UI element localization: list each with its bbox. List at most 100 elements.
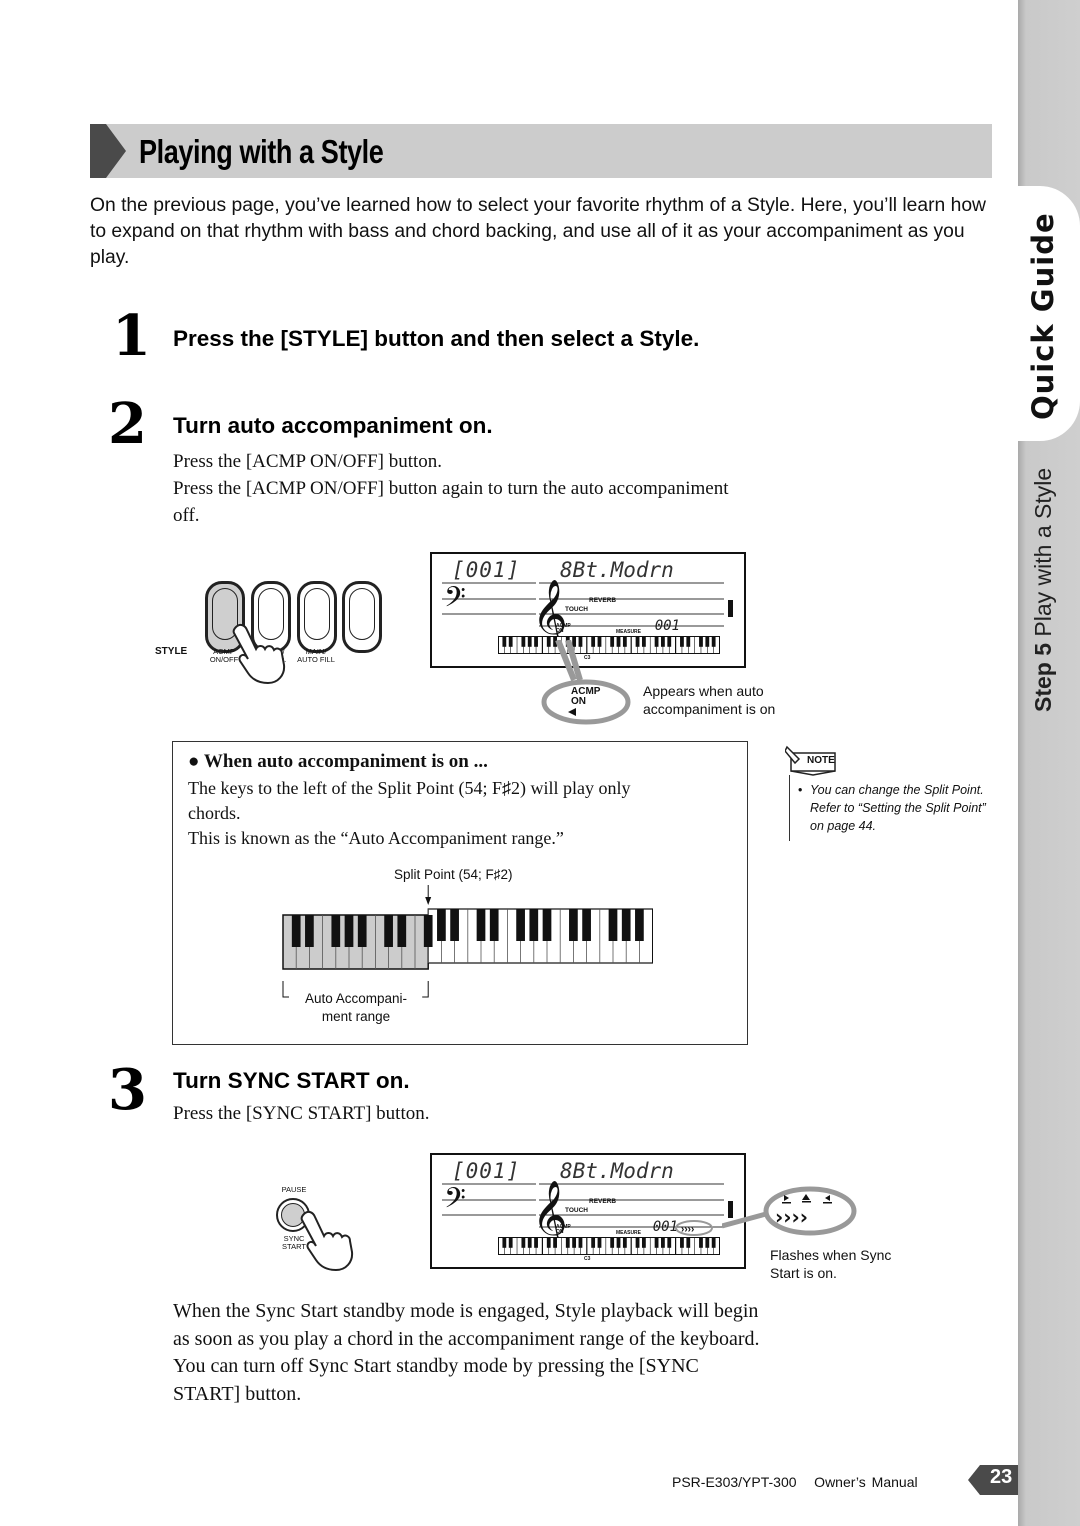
black-key [597, 1237, 602, 1248]
note-rule [789, 775, 790, 841]
black-key [529, 909, 539, 941]
black-key [654, 636, 659, 647]
range-bracket-left [282, 981, 289, 998]
range-label-line-1: Auto Accompani- [304, 991, 408, 1006]
black-key [542, 909, 552, 941]
style-button-4[interactable] [342, 581, 382, 653]
black-key [680, 636, 684, 647]
step-1-number: 1 [112, 303, 151, 369]
black-key [582, 909, 591, 941]
step-2-number: 2 [108, 391, 147, 457]
black-key [527, 636, 532, 647]
sync-start-explanation: When the Sync Start standby mode is enga… [173, 1300, 760, 1405]
sync-callout-text: Flashes when Sync Start is on. [770, 1246, 891, 1282]
lcd2-acmp-on-indicator: ACMP ON [556, 1225, 571, 1235]
black-key [516, 909, 525, 941]
black-key [686, 1237, 691, 1248]
main-auto-fill-button[interactable] [297, 581, 337, 653]
black-key [553, 1237, 557, 1248]
note-block: NOTE [784, 745, 985, 841]
black-key [635, 1237, 640, 1248]
black-key [397, 915, 407, 947]
main-label-line-2: AUTO FILL [297, 655, 335, 664]
accompaniment-range-keys [282, 914, 429, 970]
black-key [610, 1237, 615, 1248]
lcd-measure-label: MEASURE [616, 629, 642, 635]
split-point-label: Split Point (54; F♯2) [394, 867, 513, 882]
range-label-line-2: ment range [321, 1009, 391, 1024]
info-line-3: This is known as the “Auto Accompaniment… [188, 828, 564, 848]
style-label: STYLE [155, 646, 188, 657]
step-3-body: Press the [SYNC START] button. [173, 1103, 430, 1124]
black-key [667, 1237, 672, 1248]
pressing-hand-icon-2 [300, 1210, 354, 1272]
black-key [534, 636, 538, 647]
black-key [502, 636, 507, 647]
svg-text:𝄢: 𝄢 [444, 1182, 466, 1222]
lcd2-measure-value: 001 [652, 1219, 678, 1235]
black-key [527, 1237, 532, 1248]
acmp-on-callout-label: ACMP ON [571, 687, 600, 707]
info-box-body: The keys to the left of the Split Point … [188, 776, 728, 851]
step-2-heading: Turn auto accompaniment on. [173, 413, 493, 438]
info-box-heading: ● When auto accompaniment is on ... [188, 751, 488, 772]
black-key [476, 909, 486, 941]
black-key [635, 909, 644, 941]
svg-text:𝄢: 𝄢 [444, 581, 466, 621]
step-2-line-2: Press the [ACMP ON/OFF] button again to … [173, 478, 729, 526]
info-line-2: chords. [188, 803, 241, 823]
lcd2-touch-label: TOUCH [565, 1207, 588, 1214]
lcd2-c3-label: C3 [584, 1256, 591, 1262]
info-heading-text: When auto accompaniment is on ... [203, 751, 488, 772]
black-key [622, 1237, 627, 1248]
sync-callout-line-1: Flashes when Sync [770, 1247, 892, 1263]
black-key [489, 909, 499, 941]
black-key [705, 1237, 710, 1248]
black-key [305, 915, 314, 947]
lcd2-reverb-label: REVERB [589, 1198, 617, 1205]
pause-label: PAUSE [281, 1185, 307, 1194]
black-key [680, 1237, 684, 1248]
split-arrow-head [425, 897, 432, 905]
intro-paragraph: On the previous page, you’ve learned how… [90, 195, 986, 268]
pressing-hand-icon [232, 623, 286, 685]
black-key [641, 1237, 646, 1248]
black-key [521, 1237, 526, 1248]
black-key [699, 1237, 703, 1248]
lcd-measure-value: 001 [654, 618, 680, 634]
acmp-callout-line-2: accompaniment is on [643, 701, 776, 717]
black-key [450, 909, 459, 941]
black-key [357, 915, 367, 947]
black-key [423, 915, 433, 947]
black-key [344, 915, 354, 947]
black-key [331, 915, 341, 947]
step-1-heading: Press the [STYLE] button and then select… [173, 326, 700, 351]
black-key [578, 1237, 583, 1248]
black-key [654, 1237, 659, 1248]
lcd-keyboard-graphic [498, 1237, 720, 1255]
black-key [711, 636, 716, 647]
step-label: Step 5 Play with a Style [1030, 468, 1057, 712]
black-key [569, 909, 578, 941]
black-key [572, 1237, 577, 1248]
lcd-reverb-label: REVERB [589, 597, 617, 604]
step-3-number: 3 [108, 1057, 147, 1123]
black-key [521, 636, 526, 647]
black-key [508, 636, 513, 647]
step-3-heading: Turn SYNC START on. [173, 1068, 410, 1093]
info-line-1: The keys to the left of the Split Point … [188, 778, 631, 798]
black-key [641, 636, 646, 647]
black-key [546, 1237, 551, 1248]
lcd2-measure-label: MEASURE [616, 1230, 642, 1236]
svg-text:››››: ›››› [681, 1224, 694, 1235]
acmp-callout-line-1: Appears when auto [643, 683, 764, 699]
sync-callout-line-2: Start is on. [770, 1265, 837, 1281]
header-arrow-icon [90, 124, 126, 178]
black-key [686, 636, 691, 647]
black-key [621, 909, 631, 941]
range-bracket-right [422, 981, 429, 998]
black-key [384, 915, 393, 947]
section-title: Quick Guide [1026, 212, 1060, 420]
acmp-callout-on: ON [571, 696, 586, 707]
step-title: Play with a Style [1030, 467, 1056, 637]
